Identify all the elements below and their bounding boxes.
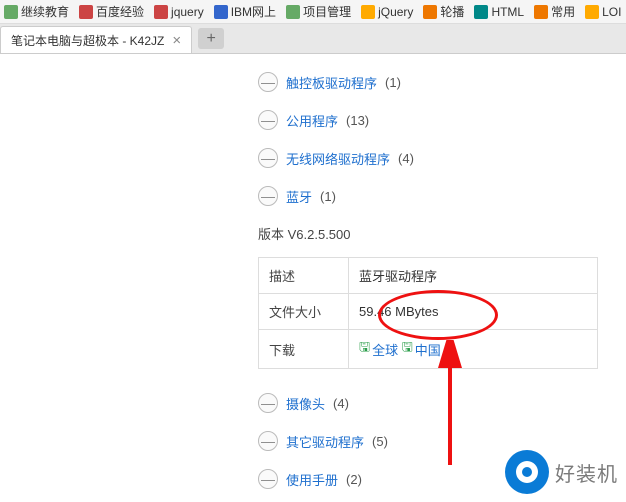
size-label: 文件大小 [259, 294, 349, 330]
bookmark-label: 项目管理 [303, 3, 351, 20]
category-count: (13) [346, 113, 369, 128]
category-link[interactable]: 蓝牙 [286, 187, 312, 206]
category-count: (2) [346, 472, 362, 487]
page-content: — 触控板驱动程序 (1) — 公用程序 (13) — 无线网络驱动程序 (4) — 蓝牙 (1) 版… [0, 54, 626, 489]
category-count: (1) [385, 75, 401, 90]
bookmark-item[interactable]: jQuery [361, 5, 413, 19]
collapse-icon[interactable]: — [258, 148, 278, 168]
watermark-text: 好装机 [555, 458, 618, 487]
bookmarks-bar: 继续教育 百度经验 jquery IBM网上 项目管理 jQuery 轮播 HTML 常用 LOI [0, 0, 626, 24]
download-cell: 🖫 全球 🖫 中国 [349, 330, 598, 369]
bookmark-favicon-icon [79, 5, 93, 19]
bookmark-item[interactable]: 百度经验 [79, 3, 144, 20]
download-global-link[interactable]: 🖫 全球 [359, 338, 398, 360]
bookmark-label: HTML [491, 5, 524, 19]
collapse-icon[interactable]: — [258, 469, 278, 489]
bookmark-label: LOI [602, 5, 621, 19]
collapse-icon[interactable]: — [258, 72, 278, 92]
browser-tab[interactable]: 笔记本电脑与超极本 - K42JZ × [0, 26, 192, 53]
bookmark-label: jquery [171, 5, 204, 19]
bookmark-item[interactable]: 常用 [534, 3, 575, 20]
bookmark-item[interactable]: jquery [154, 5, 204, 19]
collapse-icon[interactable]: — [258, 110, 278, 130]
bookmark-label: 轮播 [440, 3, 464, 20]
bookmark-item[interactable]: IBM网上 [214, 3, 276, 20]
category-link[interactable]: 其它驱动程序 [286, 432, 364, 451]
save-icon: 🖫 [402, 338, 413, 360]
bookmark-favicon-icon [585, 5, 599, 19]
tab-strip: 笔记本电脑与超极本 - K42JZ × + [0, 24, 626, 54]
category-link[interactable]: 无线网络驱动程序 [286, 149, 390, 168]
bookmark-item[interactable]: HTML [474, 5, 524, 19]
version-text: 版本 V6.2.5.500 [258, 224, 626, 243]
category-item: — 触控板驱动程序 (1) [258, 72, 626, 92]
category-item: — 无线网络驱动程序 (4) [258, 148, 626, 168]
bookmark-label: 常用 [551, 3, 575, 20]
bookmark-favicon-icon [534, 5, 548, 19]
bookmark-favicon-icon [154, 5, 168, 19]
bookmark-item[interactable]: 轮播 [423, 3, 464, 20]
collapse-icon[interactable]: — [258, 186, 278, 206]
bookmark-item[interactable]: 项目管理 [286, 3, 351, 20]
watermark-logo-icon [505, 450, 549, 494]
collapse-icon[interactable]: — [258, 393, 278, 413]
category-link[interactable]: 使用手册 [286, 470, 338, 489]
desc-label: 描述 [259, 258, 349, 294]
download-global-label: 全球 [372, 340, 398, 359]
save-icon: 🖫 [359, 338, 370, 360]
category-count: (4) [333, 396, 349, 411]
bookmark-label: 继续教育 [21, 3, 69, 20]
download-china-link[interactable]: 🖫 中国 [402, 338, 441, 360]
category-count: (5) [372, 434, 388, 449]
collapse-icon[interactable]: — [258, 431, 278, 451]
size-value: 59.46 MBytes [349, 294, 598, 330]
download-label: 下载 [259, 330, 349, 369]
bookmark-favicon-icon [361, 5, 375, 19]
download-china-label: 中国 [415, 340, 441, 359]
category-link[interactable]: 触控板驱动程序 [286, 73, 377, 92]
category-count: (4) [398, 151, 414, 166]
close-icon[interactable]: × [172, 32, 181, 49]
bookmark-label: 百度经验 [96, 3, 144, 20]
new-tab-button[interactable]: + [198, 28, 224, 49]
detail-table: 描述 蓝牙驱动程序 文件大小 59.46 MBytes 下载 🖫 全球 🖫 中国 [258, 257, 598, 369]
bookmark-item[interactable]: LOI [585, 5, 621, 19]
category-count: (1) [320, 189, 336, 204]
category-item: — 其它驱动程序 (5) [258, 431, 626, 451]
category-link[interactable]: 公用程序 [286, 111, 338, 130]
tab-title: 笔记本电脑与超极本 - K42JZ [11, 32, 164, 49]
watermark: 好装机 [505, 450, 618, 494]
bookmark-favicon-icon [423, 5, 437, 19]
bookmark-favicon-icon [4, 5, 18, 19]
category-item: — 蓝牙 (1) [258, 186, 626, 206]
category-item: — 摄像头 (4) [258, 393, 626, 413]
category-link[interactable]: 摄像头 [286, 394, 325, 413]
bookmark-favicon-icon [214, 5, 228, 19]
bookmark-favicon-icon [286, 5, 300, 19]
bookmark-item[interactable]: 继续教育 [4, 3, 69, 20]
bookmark-label: IBM网上 [231, 3, 276, 20]
desc-value: 蓝牙驱动程序 [349, 258, 598, 294]
category-item: — 公用程序 (13) [258, 110, 626, 130]
bookmark-label: jQuery [378, 5, 413, 19]
bookmark-favicon-icon [474, 5, 488, 19]
